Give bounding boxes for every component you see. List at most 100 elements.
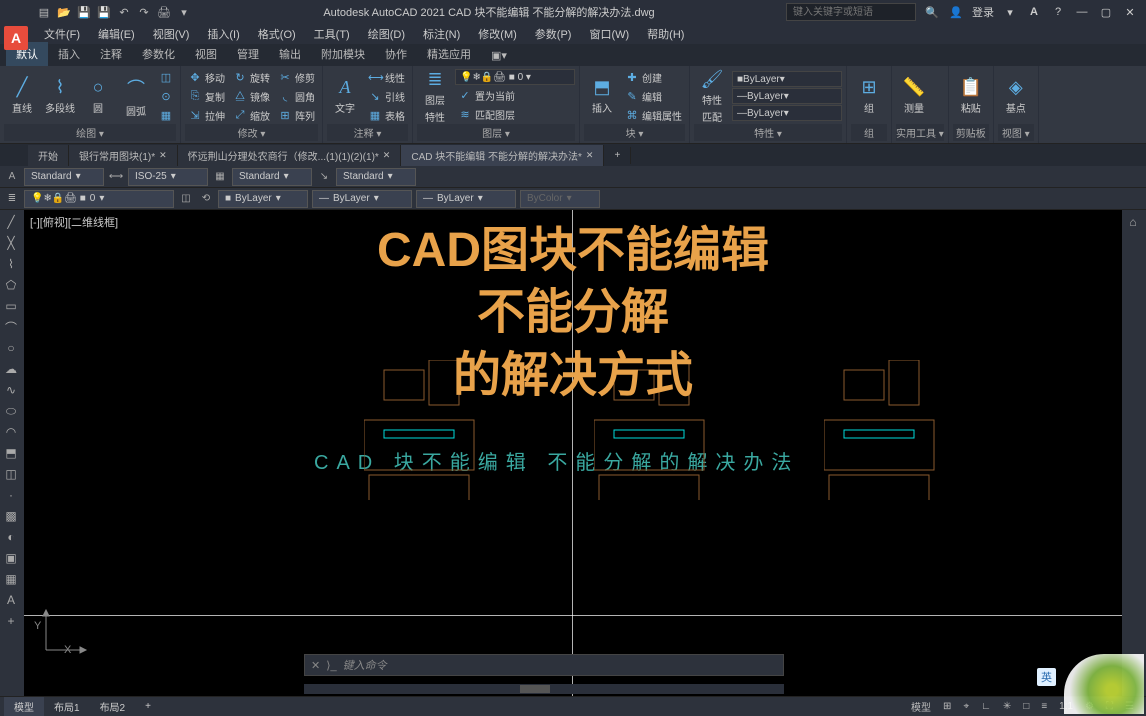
ribbon-tab-featured[interactable]: 精选应用 [417, 42, 481, 66]
lt-ellarc-icon[interactable]: ◠ [0, 422, 22, 442]
lineweight-combo[interactable]: — ByLayer ▾ [732, 88, 842, 104]
menu-modify[interactable]: 修改(M) [470, 24, 525, 44]
group-button[interactable]: ⊞组 [851, 68, 887, 124]
menu-dim[interactable]: 标注(N) [415, 24, 468, 44]
stretch-button[interactable]: ⇲拉伸 [185, 106, 228, 124]
lt-circle-icon[interactable]: ○ [0, 338, 22, 358]
user-icon[interactable]: 👤 [948, 5, 964, 19]
draw-misc-2[interactable]: ⊙ [156, 87, 176, 105]
panel-utils-title[interactable]: 实用工具 ▾ [896, 124, 944, 141]
tab-model[interactable]: 模型 [4, 697, 44, 716]
lt-rect-icon[interactable]: ▭ [0, 296, 22, 316]
fillet-button[interactable]: ◟圆角 [275, 87, 318, 105]
draw-misc-1[interactable]: ◫ [156, 68, 176, 86]
lt-mtext-icon[interactable]: A [0, 590, 22, 610]
qat-more-icon[interactable]: ▾ [176, 4, 192, 20]
autodesk-icon[interactable]: A [1026, 5, 1042, 19]
layer-props-icon[interactable]: ≣ [4, 191, 20, 207]
lt-line-icon[interactable]: ╱ [0, 212, 22, 232]
rotate-button[interactable]: ↻旋转 [230, 68, 273, 86]
tab-layout1[interactable]: 布局1 [44, 697, 90, 716]
tbl-style-icon[interactable]: ▦ [212, 169, 228, 185]
close-icon[interactable]: ✕ [383, 150, 391, 161]
tab-layout2[interactable]: 布局2 [90, 697, 136, 716]
ribbon-tab-addons[interactable]: 附加模块 [311, 42, 375, 66]
menu-format[interactable]: 格式(O) [250, 24, 304, 44]
color-combo-tb[interactable]: ■ ByLayer ▾ [218, 190, 308, 208]
view-label[interactable]: [-][俯视][二维线框] [30, 214, 118, 230]
paste-button[interactable]: 📋粘贴 [953, 68, 989, 124]
search-icon[interactable]: 🔍 [924, 5, 940, 19]
panel-annotate-title[interactable]: 注释 ▾ [327, 124, 408, 141]
ribbon-tab-output[interactable]: 输出 [269, 42, 311, 66]
lt-xline-icon[interactable]: ╳ [0, 233, 22, 253]
panel-group-title[interactable]: 组 [851, 124, 887, 141]
cmd-close-icon[interactable]: ✕ [311, 659, 320, 672]
panel-layer-title[interactable]: 图层 ▾ [417, 124, 575, 141]
doc-tab-start[interactable]: 开始 [28, 145, 69, 166]
ribbon-tab-insert[interactable]: 插入 [48, 42, 90, 66]
qat-print-icon[interactable]: 🖨 [156, 4, 172, 20]
circle-button[interactable]: ○圆 [80, 68, 116, 124]
menu-insert[interactable]: 插入(I) [199, 24, 247, 44]
lt-table-icon[interactable]: ▦ [0, 569, 22, 589]
layer-prev-icon[interactable]: ⟲ [198, 191, 214, 207]
close-button[interactable]: ✕ [1122, 5, 1138, 19]
qat-open-icon[interactable]: 📂 [56, 4, 72, 20]
layer-combo-main[interactable]: 💡❄🔒🖨 ■ 0 ▾ [24, 190, 174, 208]
dim-style-icon[interactable]: ⟷ [108, 169, 124, 185]
ribbon-tab-more-icon[interactable]: ▣▾ [481, 45, 517, 66]
ribbon-tab-annotate[interactable]: 注释 [90, 42, 132, 66]
insert-block-button[interactable]: ⬒插入 [584, 68, 620, 124]
menu-view[interactable]: 视图(V) [145, 24, 198, 44]
scroll-horizontal[interactable] [304, 684, 784, 694]
edit-attr-button[interactable]: ⌘编辑属性 [622, 106, 685, 124]
status-model[interactable]: 模型 [907, 697, 935, 716]
tab-add-button[interactable]: + [135, 699, 161, 714]
line-button[interactable]: ╱直线 [4, 68, 40, 124]
menu-tools[interactable]: 工具(T) [306, 24, 358, 44]
qat-save-icon[interactable]: 💾 [76, 4, 92, 20]
menu-help[interactable]: 帮助(H) [639, 24, 692, 44]
draw-misc-3[interactable]: ▦ [156, 106, 176, 124]
status-snap-icon[interactable]: ⌖ [959, 699, 973, 714]
measure-button[interactable]: 📏测量 [896, 68, 932, 124]
title-search-input[interactable] [786, 3, 916, 21]
menu-param[interactable]: 参数(P) [527, 24, 580, 44]
match-layer-button[interactable]: ≋匹配图层 [455, 105, 575, 123]
app-logo[interactable]: A [4, 26, 28, 50]
lt-insert-icon[interactable]: ⬒ [0, 443, 22, 463]
table-button[interactable]: ▦表格 [365, 106, 408, 124]
leader-button[interactable]: ↘引线 [365, 87, 408, 105]
color-combo[interactable]: ■ ByLayer ▾ [732, 71, 842, 87]
close-icon[interactable]: ✕ [586, 150, 594, 161]
new-tab-button[interactable]: + [604, 147, 631, 164]
panel-block-title[interactable]: 块 ▾ [584, 124, 685, 141]
linetype-combo-tb[interactable]: — ByLayer ▾ [312, 190, 412, 208]
ribbon-tab-view[interactable]: 视图 [185, 42, 227, 66]
panel-modify-title[interactable]: 修改 ▾ [185, 124, 318, 141]
help-icon[interactable]: ? [1050, 5, 1066, 19]
close-icon[interactable]: ✕ [159, 150, 167, 161]
lt-addsel-icon[interactable]: + [0, 611, 22, 631]
move-button[interactable]: ✥移动 [185, 68, 228, 86]
polyline-button[interactable]: ⌇多段线 [42, 68, 78, 124]
layer-iso-icon[interactable]: ◫ [178, 191, 194, 207]
layer-color-combo[interactable]: 💡❄🔒🖨 ■ 0 ▾ [455, 69, 575, 85]
ime-indicator[interactable]: 英 [1037, 668, 1056, 686]
doc-tab-3[interactable]: CAD 块不能编辑 不能分解的解决办法*✕ [401, 145, 604, 166]
status-osnap-icon[interactable]: □ [1019, 699, 1033, 714]
panel-draw-title[interactable]: 绘图 ▾ [4, 124, 176, 141]
linetype-combo[interactable]: — ByLayer ▾ [732, 105, 842, 121]
cart-icon[interactable]: ▾ [1002, 5, 1018, 19]
qat-undo-icon[interactable]: ↶ [116, 4, 132, 20]
lt-revcloud-icon[interactable]: ☁ [0, 359, 22, 379]
menu-edit[interactable]: 编辑(E) [90, 24, 143, 44]
trim-button[interactable]: ✂修剪 [275, 68, 318, 86]
drawing-canvas[interactable]: [-][俯视][二维线框] CAD 块不能编辑 不能分解的解决办法 [24, 210, 1122, 696]
status-polar-icon[interactable]: ✳ [999, 699, 1015, 714]
panel-clipboard-title[interactable]: 剪贴板 [953, 124, 989, 141]
lt-pline-icon[interactable]: ⌇ [0, 254, 22, 274]
lt-block-icon[interactable]: ◫ [0, 464, 22, 484]
lt-arc-icon[interactable]: ⌒ [0, 317, 22, 337]
